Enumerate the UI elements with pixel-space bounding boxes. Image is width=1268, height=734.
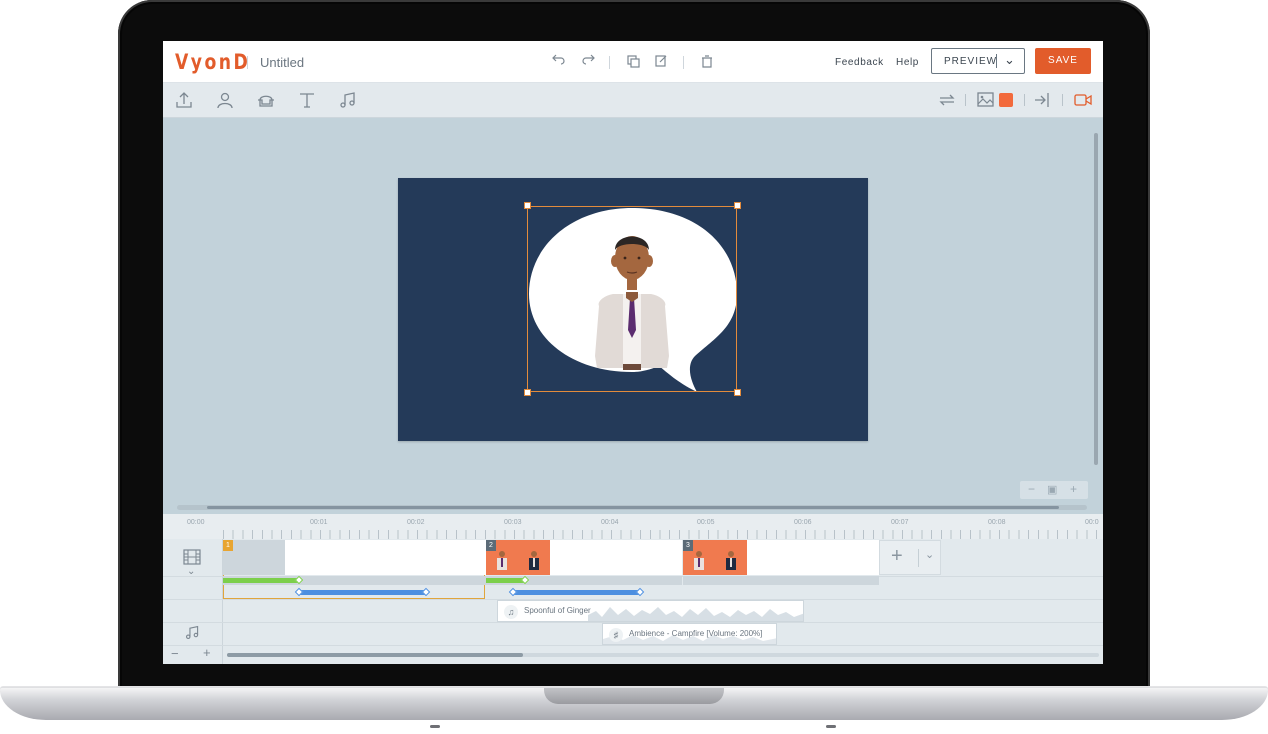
- audio-clip[interactable]: ♯ Ambience - Campfire [Volume: 200%]: [602, 623, 777, 645]
- timeline-scrollbar[interactable]: [227, 653, 523, 657]
- paste-icon[interactable]: [653, 53, 669, 69]
- divider: [247, 56, 248, 69]
- zoom-out-icon[interactable]: −: [1028, 482, 1035, 496]
- scene-number: 1: [223, 540, 233, 551]
- ruler-label: 00:01: [310, 519, 328, 526]
- ruler-label: 00:0: [1085, 519, 1099, 526]
- trash-icon[interactable]: [699, 53, 715, 69]
- scene-block[interactable]: 1: [223, 540, 486, 575]
- timeline-ruler[interactable]: 00:00 00:01 00:02 00:03 00:04 00:05 00:0…: [163, 514, 1103, 539]
- film-icon[interactable]: [183, 549, 201, 565]
- timeline-zoom-out-icon[interactable]: −: [171, 646, 179, 661]
- background-image-icon[interactable]: [976, 91, 996, 109]
- background-color-swatch[interactable]: [999, 93, 1013, 107]
- save-button[interactable]: SAVE: [1035, 48, 1091, 74]
- preview-label: PREVIEW: [944, 56, 998, 67]
- audio-waveform: [588, 607, 803, 621]
- character-icon[interactable]: [215, 91, 235, 109]
- audio-clip-label: Ambience - Campfire [Volume: 200%]: [629, 629, 763, 638]
- feedback-link[interactable]: Feedback: [835, 57, 884, 68]
- ruler-label: 00:08: [988, 519, 1006, 526]
- scene-number: 2: [486, 540, 496, 551]
- enter-effect-bar[interactable]: [223, 578, 299, 583]
- sound-effect-icon: ♯: [609, 628, 623, 642]
- fit-screen-icon[interactable]: ▣: [1047, 483, 1057, 496]
- motion-path-bar[interactable]: [299, 590, 426, 595]
- ruler-label: 00:07: [891, 519, 909, 526]
- ruler-label: 00:06: [794, 519, 812, 526]
- top-bar: VyonD Untitled Feedback Help PREVIEW ⌄ S…: [163, 41, 1103, 83]
- timeline: 00:00 00:01 00:02 00:03 00:04 00:05 00:0…: [163, 514, 1103, 664]
- ruler-label: 00:03: [504, 519, 522, 526]
- add-scene-button[interactable]: +: [891, 545, 903, 568]
- ruler-label: 00:00: [187, 519, 205, 526]
- scene-block[interactable]: 3: [683, 540, 879, 575]
- vyond-logo[interactable]: VyonD: [175, 50, 250, 74]
- chevron-down-icon[interactable]: ⌄: [1004, 52, 1015, 68]
- divider: [683, 56, 684, 69]
- divider: [609, 56, 610, 69]
- props-icon[interactable]: [256, 91, 276, 109]
- resize-handle[interactable]: [734, 389, 741, 396]
- resize-handle[interactable]: [524, 389, 531, 396]
- preview-button[interactable]: PREVIEW ⌄: [931, 48, 1025, 74]
- redo-icon[interactable]: [580, 53, 596, 69]
- resize-handle[interactable]: [734, 202, 741, 209]
- project-title[interactable]: Untitled: [260, 55, 304, 70]
- music-note-icon: ♫: [504, 605, 518, 619]
- swap-icon[interactable]: [937, 91, 957, 109]
- zoom-controls: − ▣ +: [1020, 481, 1088, 499]
- ruler-label: 00:04: [601, 519, 619, 526]
- laptop-foot: [826, 725, 836, 728]
- camera-icon[interactable]: [1073, 91, 1093, 109]
- audio-clip[interactable]: ♫ Spoonful of Ginger: [497, 600, 804, 622]
- horizontal-scrollbar[interactable]: [207, 506, 1059, 509]
- scene-number: 3: [683, 540, 693, 551]
- music-track-icon[interactable]: [184, 624, 201, 641]
- upload-icon[interactable]: [174, 91, 194, 109]
- motion-path-bar[interactable]: [513, 590, 640, 595]
- text-icon[interactable]: [297, 91, 317, 109]
- app-screen: VyonD Untitled Feedback Help PREVIEW ⌄ S…: [163, 41, 1103, 664]
- add-scene-control: + ⌄: [879, 540, 941, 575]
- undo-icon[interactable]: [551, 53, 567, 69]
- scene-thumbnail: [715, 540, 747, 575]
- scene-thumbnail: [518, 540, 550, 575]
- vertical-scrollbar[interactable]: [1094, 133, 1098, 465]
- music-icon[interactable]: [338, 91, 358, 109]
- laptop-foot: [430, 725, 440, 728]
- timeline-zoom-in-icon[interactable]: +: [203, 645, 211, 660]
- selection-box[interactable]: [527, 206, 737, 392]
- help-link[interactable]: Help: [896, 57, 919, 68]
- scene-canvas[interactable]: [398, 178, 868, 441]
- copy-icon[interactable]: [625, 53, 641, 69]
- chevron-down-icon[interactable]: ⌄: [925, 548, 934, 561]
- resize-handle[interactable]: [524, 202, 531, 209]
- exit-scene-icon[interactable]: [1033, 91, 1053, 109]
- laptop-notch: [544, 688, 724, 704]
- ruler-label: 00:05: [697, 519, 715, 526]
- audio-clip-label: Spoonful of Ginger: [524, 606, 591, 615]
- ruler-label: 00:02: [407, 519, 425, 526]
- asset-toolbar: [163, 83, 1103, 118]
- scene-block[interactable]: 2: [486, 540, 682, 575]
- enter-effect-bar[interactable]: [486, 578, 524, 583]
- zoom-in-icon[interactable]: +: [1070, 482, 1077, 496]
